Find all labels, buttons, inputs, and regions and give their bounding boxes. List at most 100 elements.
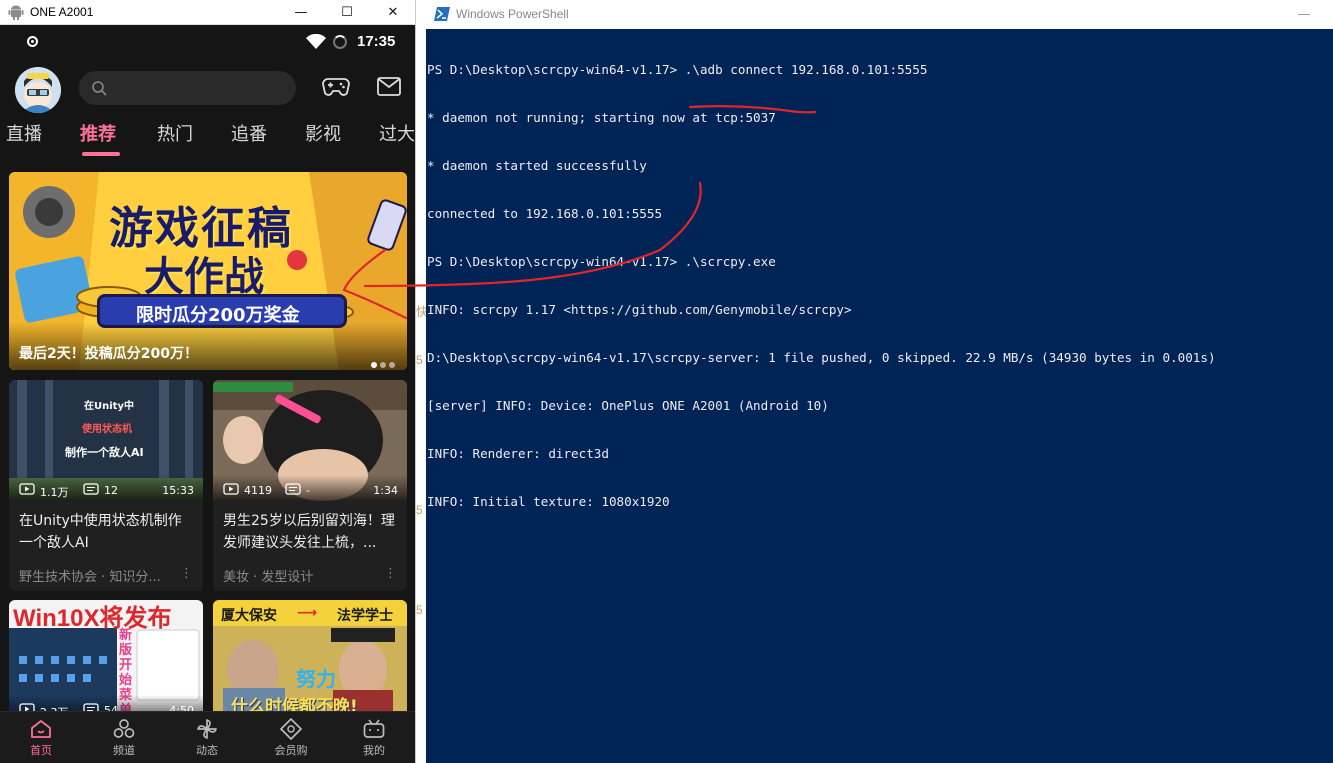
video-stats: 4119 - 1:34	[213, 475, 407, 501]
powershell-window-title: Windows PowerShell	[456, 7, 569, 21]
mail-icon[interactable]	[377, 77, 401, 96]
loading-spinner-icon	[333, 35, 347, 49]
console-line: * daemon started successfully	[427, 158, 647, 173]
console-line: PS D:\Desktop\scrcpy-win64-v1.17> .\adb …	[427, 62, 928, 77]
more-options-icon[interactable]: ⋮	[180, 566, 193, 581]
console-line: INFO: Renderer: direct3d	[427, 446, 609, 461]
video-thumbnail: 厦大保安 ⟶ 法学学士 努力 什么时候都不晚!	[213, 600, 407, 721]
more-options-icon[interactable]: ⋮	[384, 566, 397, 581]
android-status-bar: 17:35	[0, 25, 415, 57]
play-count: 1.1万	[40, 486, 69, 499]
danmaku-icon	[83, 483, 99, 495]
thumbnail-text: Win10X将发布	[13, 605, 172, 632]
minimize-button[interactable]: —	[1281, 0, 1327, 29]
nav-mine-label: 我的	[363, 744, 385, 757]
nav-home[interactable]: 首页	[11, 716, 71, 758]
thumbnail-text: 制作一个敌人AI	[65, 446, 144, 459]
tv-icon	[363, 719, 385, 738]
video-thumbnail: 在Unity中 使用状态机 制作一个敌人AI 1.1万 12 15:33	[9, 380, 203, 501]
banner-caption: 最后2天！投稿瓜分200万！	[19, 346, 198, 362]
console-line: INFO: Initial texture: 1080x1920	[427, 494, 670, 509]
powershell-titlebar[interactable]: Windows PowerShell —	[426, 0, 1333, 29]
android-icon	[8, 5, 24, 20]
scrcpy-window-title: ONE A2001	[30, 5, 94, 19]
tab-recommend[interactable]: 推荐	[80, 120, 116, 146]
gamepad-icon[interactable]	[322, 76, 350, 98]
nav-dynamics[interactable]: 动态	[177, 716, 237, 758]
channel-icon	[113, 719, 135, 738]
nav-channel-label: 频道	[113, 744, 135, 757]
bottom-navigation: 首页 频道 动态 会员购 我的	[0, 711, 415, 763]
thumbnail-text: 在Unity中	[84, 401, 134, 412]
arrow-icon: ⟶	[297, 605, 318, 621]
console-line: PS D:\Desktop\scrcpy-win64-v1.17> .\scrc…	[427, 254, 776, 269]
powershell-icon	[434, 7, 450, 21]
play-count: 4119	[244, 484, 272, 497]
console-line: D:\Desktop\scrcpy-win64-v1.17\scrcpy-ser…	[427, 350, 1216, 365]
tab-live[interactable]: 直播	[6, 120, 42, 146]
video-thumbnail: Win10X将发布 新版开始菜单 2.3万 54 4:50	[9, 600, 203, 721]
tab-anime[interactable]: 追番	[231, 120, 267, 146]
category-tabs: 直播 推荐 热门 追番 影视 过大	[0, 120, 415, 160]
scrcpy-titlebar[interactable]: ONE A2001 — ☐ ✕	[0, 0, 415, 25]
console-line: [server] INFO: Device: OnePlus ONE A2001…	[427, 398, 829, 413]
video-duration: 15:33	[162, 484, 194, 497]
video-card[interactable]: 在Unity中 使用状态机 制作一个敌人AI 1.1万 12 15:33 在Un…	[9, 380, 203, 591]
notification-dot-icon	[27, 36, 38, 47]
danmaku-icon	[285, 483, 301, 495]
home-icon	[31, 720, 51, 738]
thumbnail-text: 法学学士	[337, 608, 393, 624]
banner-page-indicator	[371, 353, 398, 370]
nav-channel[interactable]: 频道	[94, 716, 154, 758]
desktop-gap	[416, 0, 426, 763]
video-duration: 1:34	[373, 484, 398, 497]
console-output[interactable]: PS D:\Desktop\scrcpy-win64-v1.17> .\adb …	[427, 30, 1327, 542]
bilibili-header	[0, 63, 415, 113]
shop-icon	[280, 718, 302, 740]
danmaku-count: -	[306, 484, 310, 497]
nav-mine[interactable]: 我的	[344, 716, 404, 758]
minimize-button[interactable]: —	[278, 0, 324, 25]
maximize-button[interactable]: ☐	[324, 0, 370, 25]
nav-shop[interactable]: 会员购	[261, 716, 321, 758]
thumbnail-text: 使用状态机	[82, 424, 132, 435]
powershell-window: Windows PowerShell — PS D:\Desktop\scrcp…	[426, 0, 1333, 763]
nav-shop-label: 会员购	[274, 744, 308, 757]
background-window-fragment: 5	[416, 353, 423, 367]
nav-home-label: 首页	[30, 744, 52, 757]
tab-hot[interactable]: 热门	[157, 120, 193, 146]
promo-banner[interactable]: 游戏征稿 大作战 限时瓜分200万奖金 最后2天！投稿瓜分200万！	[9, 172, 407, 370]
video-thumbnail: 4119 - 1:34	[213, 380, 407, 501]
video-title: 在Unity中使用状态机制作一个敌人AI	[19, 513, 182, 551]
console-line: connected to 192.168.0.101:5555	[427, 206, 663, 221]
video-card[interactable]: 厦大保安 ⟶ 法学学士 努力 什么时候都不晚!	[213, 600, 407, 721]
search-icon	[92, 81, 107, 96]
video-card[interactable]: 4119 - 1:34 男生25岁以后别留刘海！理发师建议头发往上梳，... 美…	[213, 380, 407, 591]
video-stats: 1.1万 12 15:33	[9, 475, 203, 501]
tab-movies[interactable]: 影视	[305, 120, 341, 146]
phone-screen[interactable]: 17:35 直播 推荐 热门 追番 影视 过大 游戏征稿 大作战 限时瓜分200…	[0, 25, 415, 763]
scrcpy-window: ONE A2001 — ☐ ✕ 17:35 直播 推荐 热门 追番 影视 过大 …	[0, 0, 416, 763]
play-count-icon	[19, 483, 35, 495]
wifi-icon	[306, 34, 326, 49]
pinwheel-icon	[197, 719, 217, 739]
background-window-fragment: 5	[416, 503, 423, 517]
active-tab-indicator	[82, 152, 120, 156]
status-time: 17:35	[357, 33, 396, 50]
close-button[interactable]: ✕	[370, 0, 415, 25]
video-category: 美妆 · 发型设计	[223, 570, 314, 585]
play-count-icon	[223, 483, 239, 495]
console-line: * daemon not running; starting now at tc…	[427, 110, 776, 125]
video-category: 野生技术协会 · 知识分...	[19, 570, 161, 585]
nav-dynamics-label: 动态	[196, 744, 218, 757]
video-card[interactable]: Win10X将发布 新版开始菜单 2.3万 54 4:50	[9, 600, 203, 721]
thumbnail-text: 厦大保安	[221, 608, 277, 624]
avatar[interactable]	[15, 67, 61, 113]
search-input[interactable]	[79, 71, 296, 105]
video-title: 男生25岁以后别留刘海！理发师建议头发往上梳，...	[223, 513, 395, 551]
danmaku-count: 12	[104, 484, 118, 497]
background-window-fragment: 5	[416, 603, 423, 617]
console-line: INFO: scrcpy 1.17 <https://github.com/Ge…	[427, 302, 852, 317]
thumbnail-text: 努力	[296, 667, 336, 691]
tab-more[interactable]: 过大	[379, 120, 415, 146]
